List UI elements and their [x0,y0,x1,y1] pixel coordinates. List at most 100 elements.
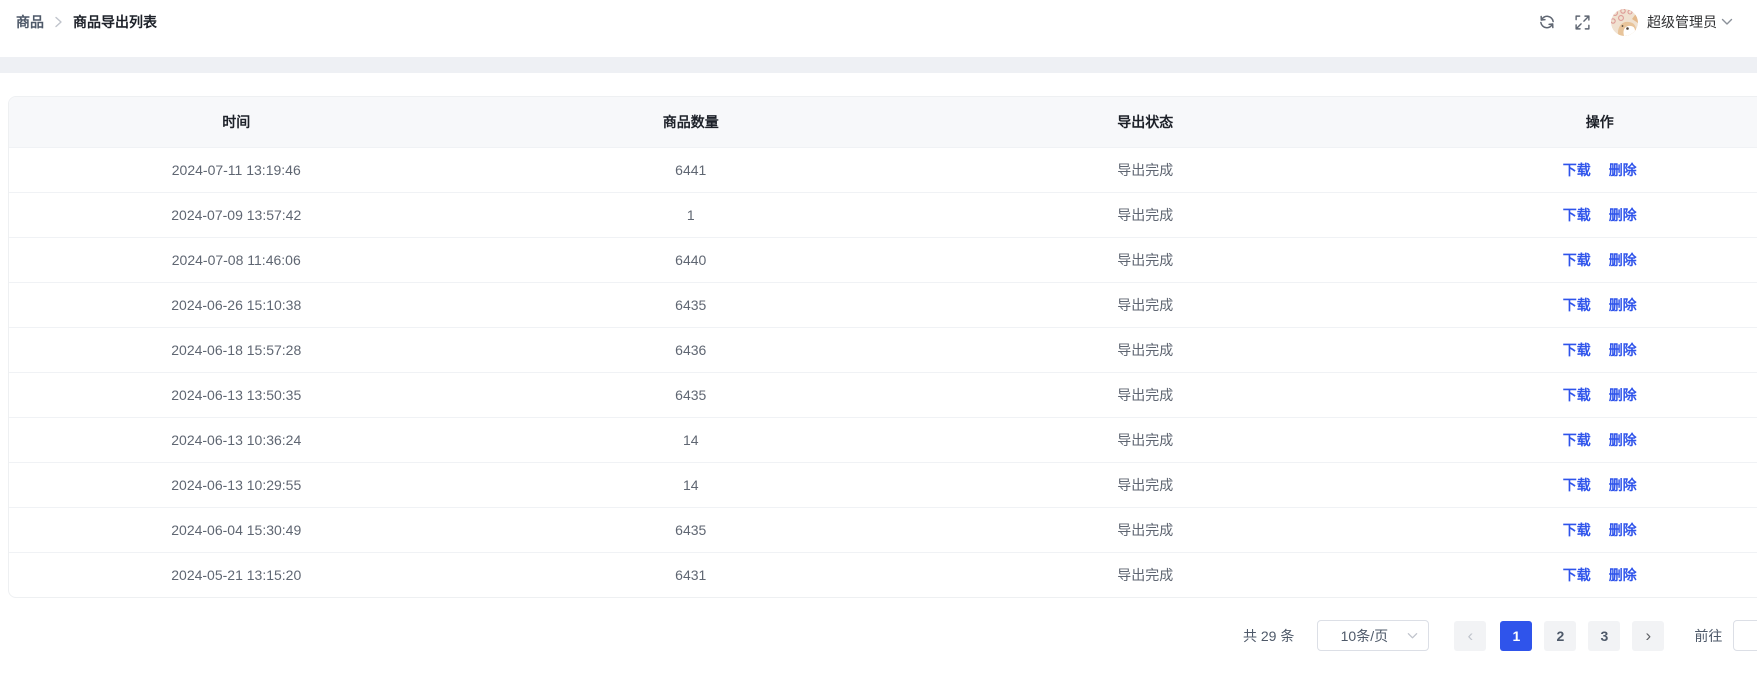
cell-time: 2024-07-08 11:46:06 [9,252,464,268]
username[interactable]: 超级管理员 [1647,12,1717,32]
page-size-select[interactable]: 10条/页 [1317,620,1429,651]
pagination: 共 29 条 10条/页 ‹ 1 2 3 › 前往 [1243,620,1757,651]
download-link[interactable]: 下载 [1563,162,1591,178]
cell-actions: 下载 删除 [1373,295,1757,315]
cell-actions: 下载 删除 [1373,430,1757,450]
table-row: 2024-06-18 15:57:28 6436 导出完成 下载 删除 [9,327,1757,372]
cell-quantity: 6435 [464,297,919,313]
cell-actions: 下载 删除 [1373,565,1757,585]
cell-actions: 下载 删除 [1373,250,1757,270]
header-cell-quantity: 商品数量 [464,112,919,132]
header-cell-time: 时间 [9,112,464,132]
cell-quantity: 6431 [464,567,919,583]
cell-quantity: 6436 [464,342,919,358]
table-row: 2024-07-09 13:57:42 1 导出完成 下载 删除 [9,192,1757,237]
cell-time: 2024-06-18 15:57:28 [9,342,464,358]
chevron-down-icon[interactable] [1721,18,1733,26]
cell-actions: 下载 删除 [1373,385,1757,405]
delete-link[interactable]: 删除 [1609,477,1637,493]
cell-actions: 下载 删除 [1373,160,1757,180]
table-row: 2024-07-08 11:46:06 6440 导出完成 下载 删除 [9,237,1757,282]
breadcrumb-item-export-list: 商品导出列表 [73,12,157,32]
cell-time: 2024-07-11 13:19:46 [9,162,464,178]
download-link[interactable]: 下载 [1563,477,1591,493]
download-link[interactable]: 下载 [1563,387,1591,403]
cell-actions: 下载 删除 [1373,205,1757,225]
cell-status: 导出完成 [918,520,1373,540]
goto-page-input[interactable] [1733,620,1757,651]
header-cell-status: 导出状态 [918,112,1373,132]
breadcrumb-separator-icon [54,16,63,28]
delete-link[interactable]: 删除 [1609,522,1637,538]
cell-quantity: 6435 [464,387,919,403]
table-row: 2024-06-26 15:10:38 6435 导出完成 下载 删除 [9,282,1757,327]
cell-time: 2024-06-13 13:50:35 [9,387,464,403]
cell-status: 导出完成 [918,250,1373,270]
cell-time: 2024-06-13 10:29:55 [9,477,464,493]
refresh-icon[interactable] [1538,13,1556,31]
cell-quantity: 6441 [464,162,919,178]
topbar-actions: 超级管理员 [1538,9,1733,36]
topbar: 商品 商品导出列表 [0,0,1757,44]
cell-quantity: 6440 [464,252,919,268]
cell-status: 导出完成 [918,385,1373,405]
download-link[interactable]: 下载 [1563,207,1591,223]
table-row: 2024-06-04 15:30:49 6435 导出完成 下载 删除 [9,507,1757,552]
background-strip [0,57,1757,73]
cell-status: 导出完成 [918,160,1373,180]
cell-status: 导出完成 [918,205,1373,225]
download-link[interactable]: 下载 [1563,522,1591,538]
next-page-button[interactable]: › [1632,621,1664,651]
delete-link[interactable]: 删除 [1609,432,1637,448]
pagination-total: 共 29 条 [1243,626,1294,646]
cell-time: 2024-06-13 10:36:24 [9,432,464,448]
download-link[interactable]: 下载 [1563,252,1591,268]
page-size-value: 10条/页 [1341,626,1388,646]
table-row: 2024-06-13 10:36:24 14 导出完成 下载 删除 [9,417,1757,462]
cell-status: 导出完成 [918,340,1373,360]
fullscreen-expand-icon[interactable] [1574,14,1591,31]
delete-link[interactable]: 删除 [1609,387,1637,403]
cell-status: 导出完成 [918,475,1373,495]
cell-status: 导出完成 [918,565,1373,585]
delete-link[interactable]: 删除 [1609,252,1637,268]
cell-time: 2024-06-04 15:30:49 [9,522,464,538]
cell-quantity: 14 [464,477,919,493]
page-button[interactable]: 3 [1588,621,1620,651]
goto-label: 前往 [1694,626,1722,646]
download-link[interactable]: 下载 [1563,432,1591,448]
cell-status: 导出完成 [918,295,1373,315]
cell-quantity: 14 [464,432,919,448]
delete-link[interactable]: 删除 [1609,207,1637,223]
chevron-down-icon [1407,632,1418,640]
cell-quantity: 1 [464,207,919,223]
table-row: 2024-07-11 13:19:46 6441 导出完成 下载 删除 [9,147,1757,192]
breadcrumb-item-products[interactable]: 商品 [16,12,44,32]
header-cell-actions: 操作 [1373,112,1757,132]
delete-link[interactable]: 删除 [1609,342,1637,358]
cell-time: 2024-06-26 15:10:38 [9,297,464,313]
table-row: 2024-05-21 13:15:20 6431 导出完成 下载 删除 [9,552,1757,597]
delete-link[interactable]: 删除 [1609,567,1637,583]
table-header: 时间 商品数量 导出状态 操作 [9,97,1757,147]
cell-actions: 下载 删除 [1373,340,1757,360]
cell-actions: 下载 删除 [1373,520,1757,540]
download-link[interactable]: 下载 [1563,567,1591,583]
cell-actions: 下载 删除 [1373,475,1757,495]
page-buttons: 1 2 3 [1500,621,1620,651]
main-content: 时间 商品数量 导出状态 操作 2024-07-11 13:19:46 6441… [0,73,1757,683]
header-gap [0,44,1757,57]
download-link[interactable]: 下载 [1563,342,1591,358]
page-button[interactable]: 2 [1544,621,1576,651]
delete-link[interactable]: 删除 [1609,162,1637,178]
avatar[interactable] [1611,9,1638,36]
prev-page-button[interactable]: ‹ [1454,621,1486,651]
delete-link[interactable]: 删除 [1609,297,1637,313]
table-row: 2024-06-13 13:50:35 6435 导出完成 下载 删除 [9,372,1757,417]
export-table-card: 时间 商品数量 导出状态 操作 2024-07-11 13:19:46 6441… [8,96,1757,598]
page-button[interactable]: 1 [1500,621,1532,651]
cell-status: 导出完成 [918,430,1373,450]
download-link[interactable]: 下载 [1563,297,1591,313]
table-row: 2024-06-13 10:29:55 14 导出完成 下载 删除 [9,462,1757,507]
breadcrumb: 商品 商品导出列表 [16,12,157,32]
